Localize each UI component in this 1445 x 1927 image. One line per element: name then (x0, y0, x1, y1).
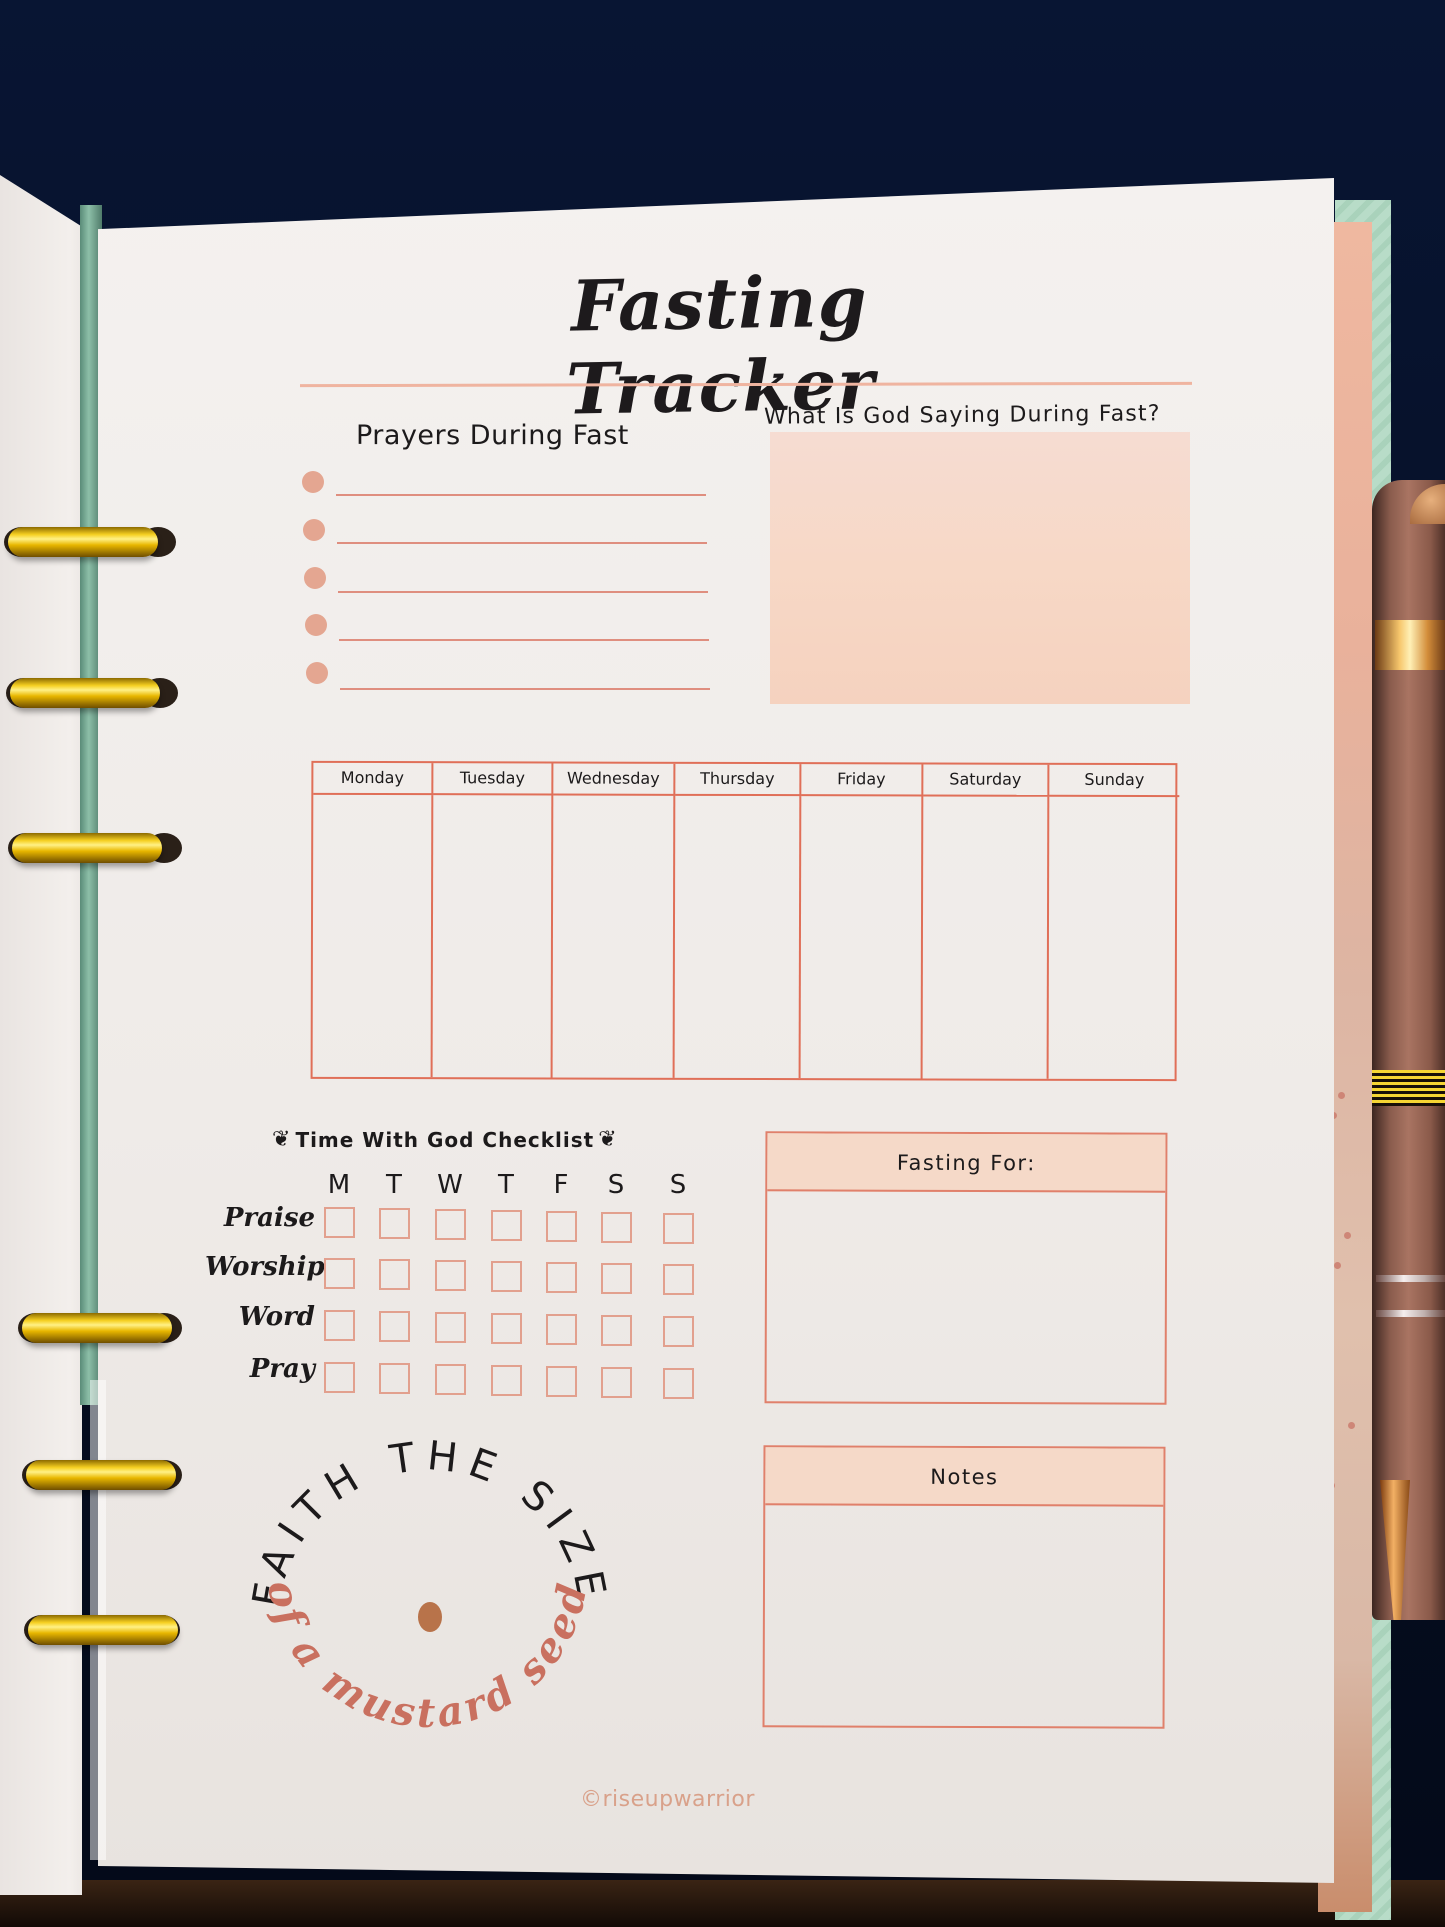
checkbox-word-0[interactable] (324, 1310, 355, 1341)
checklist-row-label-worship: Worship (205, 1252, 325, 1282)
checklist-day-letter: T (498, 1170, 514, 1200)
day-header-sunday: Sunday (1049, 764, 1180, 798)
prayer-line-1[interactable] (336, 494, 706, 496)
mustard-seed-quote: FAITH THE SIZE of a mustard seed (244, 1433, 606, 1737)
checkbox-word-1[interactable] (379, 1311, 410, 1342)
checklist-heading-row: ❦ Time With God Checklist ❦ (272, 1127, 752, 1152)
prayer-line-3[interactable] (338, 591, 708, 593)
binder-ring (28, 1615, 178, 1645)
day-cell-thursday[interactable] (674, 795, 802, 1079)
binder-ring (26, 1460, 176, 1490)
checkbox-pray-5[interactable] (601, 1367, 632, 1398)
weekly-table: Monday Tuesday Wednesday Thursday Friday… (310, 760, 1180, 1082)
checklist-day-letter: M (327, 1170, 351, 1200)
checkbox-word-2[interactable] (435, 1312, 466, 1343)
god-saying-box[interactable] (770, 432, 1190, 704)
checkbox-pray-0[interactable] (324, 1362, 355, 1393)
prayer-bullet (304, 567, 326, 589)
day-header-thursday: Thursday (675, 763, 802, 797)
checkbox-word-6[interactable] (663, 1316, 694, 1347)
day-header-wednesday: Wednesday (553, 763, 676, 796)
day-cell-friday[interactable] (800, 796, 924, 1079)
checkbox-worship-4[interactable] (546, 1262, 577, 1293)
prayers-heading: Prayers During Fast (356, 420, 629, 451)
binder-ring (10, 678, 160, 708)
binder-ring (12, 833, 162, 863)
day-header-friday: Friday (801, 764, 924, 797)
quote-bottom-text: of a mustard seed (258, 1576, 597, 1737)
planner-bottom-cover (0, 1880, 1445, 1927)
day-header-monday: Monday (313, 762, 434, 796)
checkbox-pray-3[interactable] (491, 1365, 522, 1396)
prayer-line-4[interactable] (339, 639, 709, 641)
day-cell-saturday[interactable] (922, 796, 1050, 1079)
checklist-day-letter: F (553, 1170, 569, 1200)
checkbox-worship-1[interactable] (379, 1259, 410, 1290)
elastic-pen-loop (1372, 1070, 1445, 1106)
checkbox-pray-4[interactable] (546, 1366, 577, 1397)
pen-ring (1376, 1275, 1445, 1282)
checklist-row-label-pray: Pray (249, 1354, 315, 1384)
checklist-row-label-word: Word (238, 1302, 315, 1332)
checkbox-praise-2[interactable] (435, 1209, 466, 1240)
checkbox-praise-6[interactable] (663, 1213, 694, 1244)
checkbox-word-3[interactable] (491, 1313, 522, 1344)
prayer-bullet (306, 662, 328, 684)
checkbox-worship-2[interactable] (435, 1260, 466, 1291)
prayer-bullet (302, 471, 324, 493)
leaf-sprig-icon: ❦ (272, 1127, 292, 1152)
prayer-line-2[interactable] (337, 542, 707, 544)
checkbox-pray-6[interactable] (663, 1368, 694, 1399)
fasting-for-area[interactable] (767, 1191, 1166, 1402)
notes-panel: Notes (762, 1445, 1166, 1729)
fasting-for-heading: Fasting For: (767, 1133, 1166, 1193)
checkbox-worship-0[interactable] (324, 1258, 355, 1289)
checkbox-worship-3[interactable] (491, 1261, 522, 1292)
god-saying-heading: What Is God Saying During Fast? (763, 401, 1161, 430)
checklist-day-letter: T (386, 1170, 402, 1200)
checklist-day-letter: S (607, 1170, 625, 1200)
day-header-tuesday: Tuesday (433, 763, 554, 796)
checkbox-worship-6[interactable] (663, 1264, 694, 1295)
day-header-saturday: Saturday (923, 764, 1050, 797)
checkbox-praise-5[interactable] (601, 1212, 632, 1243)
binder-ring (8, 527, 158, 557)
checkbox-praise-1[interactable] (379, 1208, 410, 1239)
binder-ring (22, 1313, 172, 1343)
day-cell-sunday[interactable] (1049, 797, 1180, 1079)
checkbox-word-5[interactable] (601, 1315, 632, 1346)
leaf-sprig-icon: ❦ (598, 1127, 618, 1152)
prayer-bullet (303, 519, 325, 541)
checkbox-praise-3[interactable] (491, 1210, 522, 1241)
checkbox-pray-2[interactable] (435, 1364, 466, 1395)
pen-gold-band (1375, 620, 1445, 670)
checkbox-praise-4[interactable] (546, 1211, 577, 1242)
mustard-seed-icon (418, 1602, 442, 1632)
pen-ring (1376, 1310, 1445, 1317)
fasting-for-panel: Fasting For: (764, 1131, 1168, 1405)
day-cell-monday[interactable] (312, 794, 434, 1078)
day-cell-tuesday[interactable] (432, 795, 554, 1078)
checklist-heading: Time With God Checklist (295, 1127, 595, 1152)
checklist-day-letter: W (437, 1170, 463, 1200)
checklist-row-label-praise: Praise (223, 1203, 315, 1233)
prayer-bullet (305, 614, 327, 636)
checkbox-worship-5[interactable] (601, 1263, 632, 1294)
notes-heading: Notes (765, 1447, 1164, 1507)
prayer-line-5[interactable] (340, 688, 710, 690)
credit-handle: ©riseupwarrior (580, 1787, 755, 1812)
checkbox-praise-0[interactable] (324, 1207, 355, 1238)
checklist-day-letter: S (669, 1170, 687, 1200)
checkbox-word-4[interactable] (546, 1314, 577, 1345)
day-cell-wednesday[interactable] (552, 795, 676, 1078)
checkbox-pray-1[interactable] (379, 1363, 410, 1394)
notes-area[interactable] (765, 1505, 1164, 1726)
